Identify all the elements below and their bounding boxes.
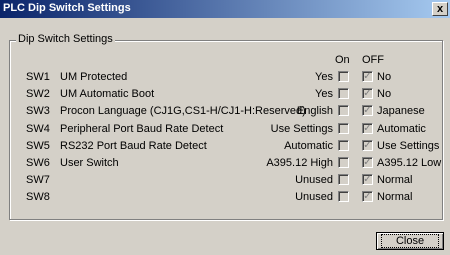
off-value-label: Normal [377, 191, 413, 203]
off-value-label: Use Settings [377, 140, 440, 152]
switch-row: SW6 User Switch A395.12 High ✓ A395.12 Low [0, 157, 450, 173]
off-value-label: Normal [377, 174, 413, 186]
off-checkbox[interactable]: ✓ [362, 71, 373, 82]
group-label: Dip Switch Settings [16, 33, 115, 45]
switch-row: SW2 UM Automatic Boot Yes ✓ No [0, 88, 450, 104]
off-checkbox[interactable]: ✓ [362, 88, 373, 99]
switch-description: UM Protected [60, 71, 128, 83]
on-value-label: Yes [315, 71, 333, 83]
on-value-label: Use Settings [270, 123, 333, 135]
off-value-label: Japanese [377, 105, 425, 117]
switch-id: SW4 [26, 123, 50, 135]
switch-id: SW6 [26, 157, 50, 169]
switch-id: SW2 [26, 88, 50, 100]
on-value-label: Unused [295, 191, 333, 203]
switch-row: SW4 Peripheral Port Baud Rate Detect Use S… [0, 123, 450, 139]
off-checkbox[interactable]: ✓ [362, 105, 373, 116]
switch-id: SW3 [26, 105, 50, 117]
on-value-label: A395.12 High [266, 157, 333, 169]
on-checkbox[interactable] [338, 88, 349, 99]
off-value-label: A395.12 Low [377, 157, 442, 169]
on-checkbox[interactable] [338, 105, 349, 116]
off-value-label: Automatic [377, 123, 426, 135]
close-icon[interactable]: x [432, 2, 448, 16]
off-checkbox[interactable]: ✓ [362, 140, 373, 151]
switch-row: SW3 Procon Language (CJ1G,CS1-H/CJ1-H:Res… [0, 105, 450, 121]
off-checkbox[interactable]: ✓ [362, 157, 373, 168]
switch-description: RS232 Port Baud Rate Detect [60, 140, 207, 152]
switch-id: SW7 [26, 174, 50, 186]
off-checkbox[interactable]: ✓ [362, 174, 373, 185]
switch-row: SW7 Unused ✓ Normal [0, 174, 450, 190]
switch-id: SW5 [26, 140, 50, 152]
switch-row: SW8 Unused ✓ Normal [0, 191, 450, 207]
off-value-label: No [377, 71, 392, 83]
switch-id: SW1 [26, 71, 50, 83]
title-bar: PLC Dip Switch Settings x [0, 0, 450, 18]
switch-id: SW8 [26, 191, 50, 203]
window-title: PLC Dip Switch Settings [3, 2, 131, 14]
on-checkbox[interactable] [338, 71, 349, 82]
off-checkbox[interactable]: ✓ [362, 191, 373, 202]
on-checkbox[interactable] [338, 174, 349, 185]
on-value-label: Yes [315, 88, 333, 100]
close-button[interactable]: Close [376, 232, 444, 250]
on-checkbox[interactable] [338, 140, 349, 151]
on-value-label: Unused [295, 174, 333, 186]
switch-description: Procon Language (CJ1G,CS1-H/CJ1-H:Reserv… [60, 105, 306, 117]
off-value-label: No [377, 88, 392, 100]
on-checkbox[interactable] [338, 157, 349, 168]
switch-description: Peripheral Port Baud Rate Detect [60, 123, 224, 135]
close-button-label: Close [380, 234, 440, 248]
on-checkbox[interactable] [338, 191, 349, 202]
switch-description: User Switch [60, 157, 119, 169]
off-checkbox[interactable]: ✓ [362, 123, 373, 134]
switch-description: UM Automatic Boot [60, 88, 155, 100]
switch-row: SW1 UM Protected Yes ✓ No [0, 71, 450, 87]
switch-row: SW5 RS232 Port Baud Rate Detect Automatic ✓… [0, 140, 450, 156]
on-value-label: Automatic [284, 140, 333, 152]
on-checkbox[interactable] [338, 123, 349, 134]
column-header-on: On [335, 54, 350, 66]
column-header-off: OFF [362, 54, 384, 66]
on-value-label: English [296, 105, 333, 117]
